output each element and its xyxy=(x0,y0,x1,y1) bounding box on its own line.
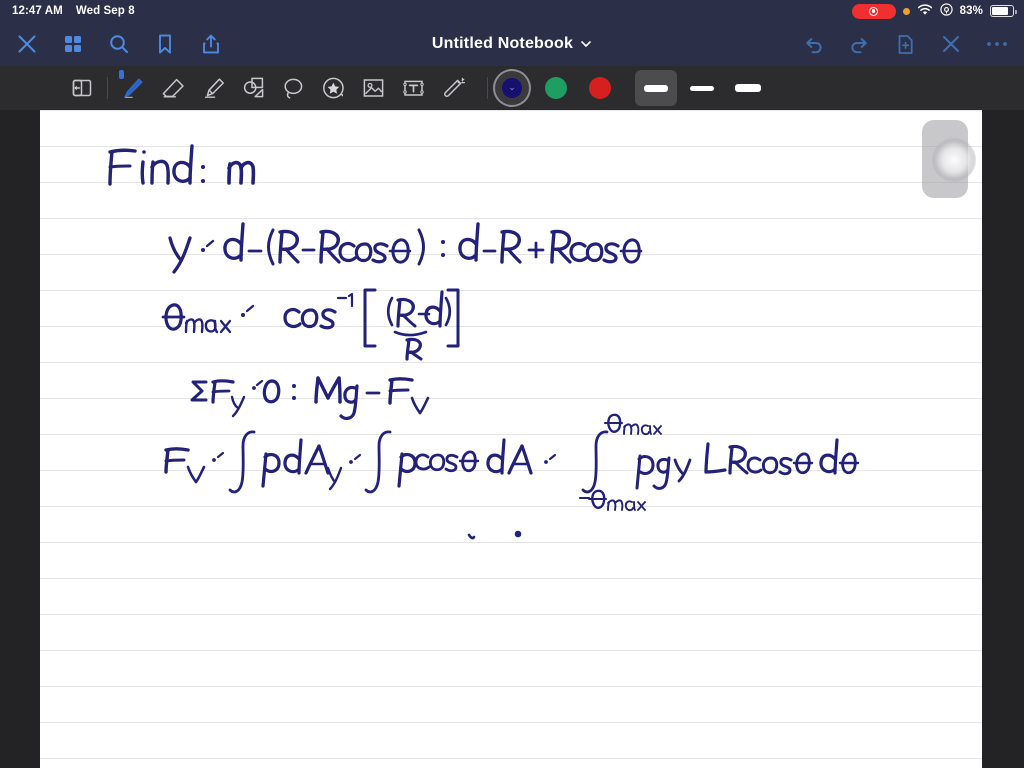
toolbar-divider-2 xyxy=(487,77,488,99)
tool-palette: ⌄ xyxy=(0,66,1024,110)
nav-right-group xyxy=(800,31,1010,57)
nav-left-group xyxy=(14,31,224,57)
thumbnails-grid-icon[interactable] xyxy=(60,31,86,57)
search-icon[interactable] xyxy=(106,31,132,57)
share-icon[interactable] xyxy=(198,31,224,57)
pen-tool[interactable] xyxy=(113,69,153,107)
notebook-page[interactable] xyxy=(40,110,982,768)
image-tool[interactable] xyxy=(353,69,393,107)
text-box-tool[interactable] xyxy=(393,69,433,107)
status-bar: 12:47 AM Wed Sep 8 83% xyxy=(0,0,1024,22)
location-services-icon xyxy=(940,3,953,19)
redo-icon[interactable] xyxy=(846,31,872,57)
page-scroll-handle[interactable] xyxy=(922,120,968,198)
stroke-width-thin[interactable] xyxy=(727,70,769,106)
color-green[interactable] xyxy=(537,69,575,107)
eraser-tool[interactable] xyxy=(153,69,193,107)
status-date: Wed Sep 8 xyxy=(75,5,135,17)
record-icon xyxy=(869,6,879,16)
shapes-tool[interactable] xyxy=(233,69,273,107)
battery-icon xyxy=(990,5,1017,17)
note-canvas[interactable] xyxy=(0,110,1024,768)
magic-wand-tool[interactable] xyxy=(433,69,473,107)
handwriting-layer xyxy=(40,110,982,768)
status-time: 12:47 AM xyxy=(12,5,63,17)
stroke-width-thick[interactable] xyxy=(635,70,677,106)
color-navy[interactable]: ⌄ xyxy=(493,69,531,107)
close-icon[interactable] xyxy=(14,31,40,57)
status-bar-left: 12:47 AM Wed Sep 8 xyxy=(12,5,135,17)
undo-icon[interactable] xyxy=(800,31,826,57)
stroke-width-medium[interactable] xyxy=(681,70,723,106)
notability-app: 12:47 AM Wed Sep 8 83% Untitled Notebook… xyxy=(0,0,1024,768)
more-options-icon[interactable] xyxy=(984,31,1010,57)
record-indicator[interactable] xyxy=(851,3,896,19)
toolbar-divider xyxy=(107,77,108,99)
wifi-icon xyxy=(917,3,933,19)
bookmark-icon[interactable] xyxy=(152,31,178,57)
chevron-down-icon[interactable] xyxy=(580,38,592,50)
highlighter-tool[interactable] xyxy=(193,69,233,107)
sticker-tool[interactable] xyxy=(313,69,353,107)
color-red[interactable] xyxy=(581,69,619,107)
page-title[interactable]: Untitled Notebook xyxy=(432,35,573,53)
navigation-bar: Untitled Notebook xyxy=(0,22,1024,66)
orange-privacy-dot xyxy=(902,7,910,15)
new-page-icon[interactable] xyxy=(892,31,918,57)
battery-percent: 83% xyxy=(959,5,983,17)
close-toolbar-icon[interactable] xyxy=(938,31,964,57)
lasso-tool[interactable] xyxy=(273,69,313,107)
page-layout-tool[interactable] xyxy=(62,69,102,107)
status-bar-right: 83% xyxy=(851,3,1017,19)
